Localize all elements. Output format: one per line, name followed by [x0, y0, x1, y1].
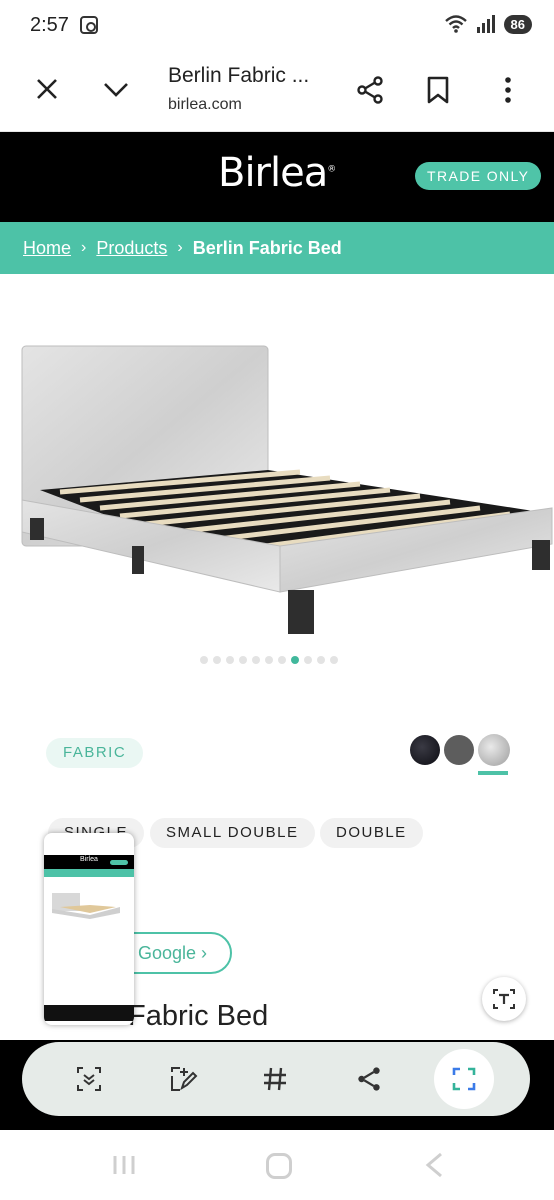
site-logo[interactable]: Birlea® [218, 150, 336, 196]
breadcrumb-products[interactable]: Products [96, 238, 167, 259]
home-icon[interactable] [266, 1153, 292, 1179]
breadcrumb-separator: › [81, 239, 87, 256]
size-double[interactable]: DOUBLE [320, 818, 423, 848]
breadcrumb-separator: › [177, 239, 183, 256]
gallery-dot[interactable] [239, 656, 247, 664]
browser-toolbar: Berlin Fabric ... birlea.com [0, 52, 554, 132]
swatch-silver[interactable] [478, 734, 510, 766]
battery-badge: 86 [503, 14, 532, 34]
crop-button[interactable] [434, 1049, 494, 1109]
trade-only-button[interactable]: TRADE ONLY [415, 162, 542, 190]
size-small-double[interactable]: SMALL DOUBLE [150, 818, 315, 848]
screenshot-thumbnail[interactable]: Birlea [44, 833, 134, 1025]
product-image[interactable] [0, 300, 554, 640]
selected-swatch-indicator [478, 771, 508, 775]
gallery-dot[interactable] [226, 656, 234, 664]
google-label: Google [138, 943, 197, 963]
status-indicators: 86 [444, 14, 532, 34]
gallery-dots [200, 656, 338, 664]
extract-text-button[interactable] [482, 977, 526, 1021]
site-header: Birlea® TRADE ONLY [0, 132, 554, 222]
draw-button[interactable] [164, 1060, 202, 1098]
navigation-bar [0, 1130, 554, 1200]
thumbnail-breadcrumb [44, 869, 134, 877]
gallery-dot[interactable] [200, 656, 208, 664]
screenshot-icon [80, 16, 98, 34]
gallery-dot[interactable] [252, 656, 260, 664]
gallery-dot[interactable] [265, 656, 273, 664]
wifi-icon [444, 15, 467, 33]
thumbnail-trade-tag [110, 860, 128, 865]
thumbnail-bed-image [52, 893, 120, 919]
share-icon [358, 1067, 380, 1091]
chevron-down-icon[interactable] [103, 76, 129, 102]
thumbnail-logo: Birlea [80, 856, 98, 863]
share-icon[interactable] [356, 76, 384, 104]
breadcrumb-home[interactable]: Home [23, 238, 71, 259]
draw-icon [171, 1067, 198, 1091]
gallery-dot[interactable] [278, 656, 286, 664]
hashtag-icon [264, 1067, 286, 1091]
gallery-dot[interactable] [213, 656, 221, 664]
recent-apps-icon[interactable] [112, 1154, 136, 1176]
gallery-dot-active[interactable] [291, 656, 299, 664]
thumbnail-toolbar [44, 1005, 134, 1021]
bookmark-icon[interactable] [426, 76, 450, 104]
crop-icon [452, 1067, 476, 1091]
gallery-dot[interactable] [330, 656, 338, 664]
swatch-grey[interactable] [444, 735, 474, 765]
more-menu-icon[interactable] [498, 76, 518, 104]
gallery-dot[interactable] [304, 656, 312, 664]
text-scan-icon [493, 989, 515, 1009]
scroll-capture-icon [77, 1067, 101, 1091]
swatch-black[interactable] [410, 735, 440, 765]
back-icon[interactable] [424, 1152, 444, 1178]
breadcrumb-current: Berlin Fabric Bed [192, 237, 342, 258]
tag-button[interactable] [256, 1060, 294, 1098]
status-bar: 2:57 86 [0, 0, 554, 52]
share-capture-button[interactable] [350, 1060, 388, 1098]
signal-icon [476, 15, 495, 33]
product-title: Fabric Bed [128, 1000, 269, 1032]
gallery-dot[interactable] [317, 656, 325, 664]
page-url: birlea.com [168, 96, 242, 113]
page-title: Berlin Fabric ... [168, 64, 310, 87]
breadcrumb: Home › Products › Berlin Fabric Bed [0, 222, 554, 274]
close-icon[interactable] [34, 76, 60, 102]
material-chip[interactable]: FABRIC [46, 738, 144, 768]
logo-text: Birlea [218, 150, 328, 196]
scroll-capture-button[interactable] [70, 1060, 108, 1098]
status-time: 2:57 [30, 14, 69, 36]
